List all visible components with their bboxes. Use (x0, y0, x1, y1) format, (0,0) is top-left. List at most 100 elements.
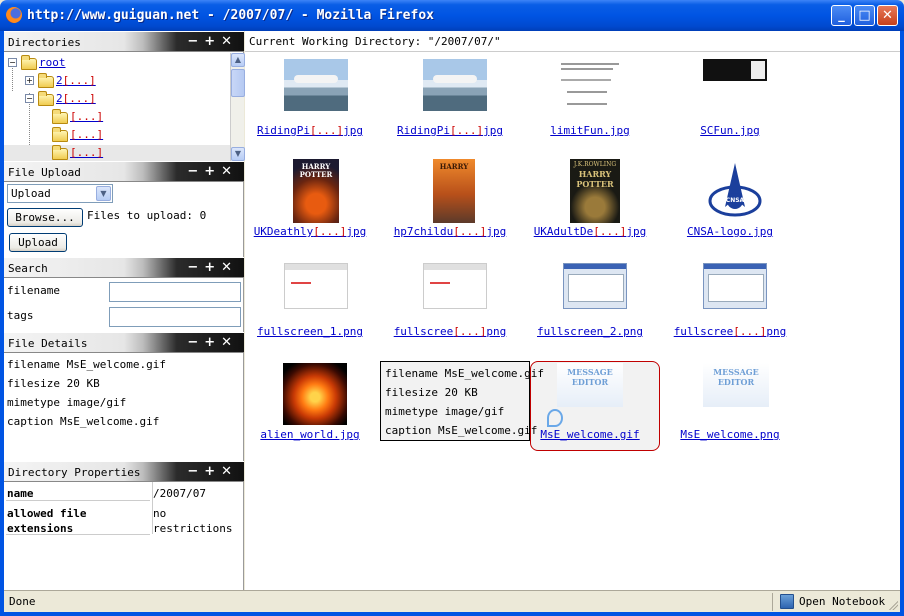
file-name-link[interactable]: RidingPi[...]jpg (245, 124, 375, 137)
file-name-link[interactable]: MsE_welcome.gif (525, 428, 655, 441)
file-name-link[interactable]: SCFun.jpg (665, 124, 795, 137)
props-panel-controls[interactable]: −+✕ (187, 464, 238, 479)
file-name-link[interactable]: limitFun.jpg (525, 124, 655, 137)
file-tile[interactable]: HARRY hp7childu[...]jpg (385, 157, 515, 249)
thumbnail-image[interactable] (283, 363, 347, 425)
file-tile[interactable]: fullscreen_1.png (245, 259, 375, 351)
file-tile-selected[interactable]: MESSAGE EDITOR MsE_welcome.gif (525, 361, 655, 453)
search-panel-header: Search −+✕ (4, 257, 244, 278)
file-name-link[interactable]: UKAdultDe[...]jpg (525, 225, 655, 238)
filename-search-input[interactable] (109, 282, 241, 302)
file-name-link[interactable]: alien_world.jpg (245, 428, 375, 441)
prop-extensions-value-line2: restrictions (153, 522, 233, 535)
file-name-link[interactable]: fullscreen_2.png (525, 325, 655, 338)
upload-button[interactable]: Upload (9, 233, 67, 252)
tree-scrollbar[interactable]: ▲ ▼ (230, 53, 245, 161)
thumbnail-image[interactable] (557, 59, 623, 109)
search-panel-controls[interactable]: −+✕ (187, 260, 238, 275)
tree-node-label[interactable]: root (39, 56, 66, 69)
open-notebook-link[interactable]: Open Notebook (799, 595, 885, 608)
tree-node[interactable]: [...] (4, 127, 224, 143)
collapse-icon[interactable]: − (25, 94, 34, 103)
thumbnail-image[interactable] (563, 263, 627, 309)
tree-node[interactable]: + 2[...] (4, 73, 224, 89)
tags-search-input[interactable] (109, 307, 241, 327)
file-tile[interactable]: fullscree[...]png (665, 259, 795, 351)
file-name-link[interactable]: CNSA-logo.jpg (665, 225, 795, 238)
file-info-tooltip: filename MsE_welcome.gif filesize 20 KB … (380, 361, 544, 441)
file-name-link[interactable]: fullscreen_1.png (245, 325, 375, 338)
file-tile[interactable]: RidingPi[...]jpg (385, 55, 515, 147)
file-tile[interactable]: fullscree[...]png (385, 259, 515, 351)
thumbnail-image[interactable] (423, 263, 487, 309)
files-to-upload-count: Files to upload: 0 (87, 209, 207, 222)
thumbnail-image[interactable]: CNSA (707, 161, 763, 221)
scroll-down-icon[interactable]: ▼ (231, 147, 245, 161)
folder-icon (52, 145, 68, 160)
collapse-icon[interactable]: − (8, 58, 17, 67)
details-panel-controls[interactable]: −+✕ (187, 335, 238, 350)
file-name-link[interactable]: RidingPi[...]jpg (385, 124, 515, 137)
tree-node-root[interactable]: − root (4, 55, 224, 71)
upload-panel-header: File Upload −+✕ (4, 161, 244, 182)
file-name-link[interactable]: MsE_welcome.png (665, 428, 795, 441)
tree-node[interactable]: − 2[...] (4, 91, 224, 107)
props-panel-header: Directory Properties −+✕ (4, 461, 244, 482)
thumbnail-image[interactable]: MESSAGE EDITOR (557, 363, 623, 407)
minimize-button[interactable]: _ (831, 5, 852, 26)
prop-extensions-label-line2: extensions (7, 522, 74, 535)
directories-panel-controls[interactable]: −+✕ (187, 34, 238, 49)
file-name-link[interactable]: fullscree[...]png (665, 325, 795, 338)
tooltip-filesize: filesize 20 KB (385, 386, 478, 399)
detail-caption: caption MsE_welcome.gif (7, 415, 160, 428)
tooltip-mimetype: mimetype image/gif (385, 405, 505, 418)
file-tile[interactable]: fullscreen_2.png (525, 259, 655, 351)
tree-node-label[interactable]: [...] (70, 128, 103, 141)
file-tile[interactable]: CNSA CNSA-logo.jpg (665, 157, 795, 249)
thumbnail-image[interactable] (703, 59, 767, 81)
tree-node-label[interactable]: 2[...] (56, 74, 96, 87)
file-tile[interactable]: J.K.ROWLING HARRY POTTER UKAdultDe[...]j… (525, 157, 655, 249)
folder-icon (38, 73, 54, 88)
folder-icon (52, 127, 68, 142)
tree-node-label[interactable]: [...] (70, 110, 103, 123)
file-tile[interactable]: SCFun.jpg (665, 55, 795, 147)
browse-button[interactable]: Browse... (7, 208, 83, 227)
thumb-caption: POTTER (576, 179, 614, 189)
scroll-up-icon[interactable]: ▲ (231, 53, 245, 67)
expand-icon[interactable]: + (25, 76, 34, 85)
window-title: http://www.guiguan.net - /2007/07/ - Moz… (27, 8, 434, 23)
thumbnail-image[interactable]: MESSAGE EDITOR (703, 363, 769, 407)
file-tile[interactable]: limitFun.jpg (525, 55, 655, 147)
thumb-caption: MESSAGE (567, 367, 613, 377)
file-name-link[interactable]: fullscree[...]png (385, 325, 515, 338)
upload-panel-title: File Upload (8, 166, 81, 179)
thumbnail-image[interactable] (284, 263, 348, 309)
maximize-button[interactable]: □ (854, 5, 875, 26)
file-tile[interactable]: RidingPi[...]jpg (245, 55, 375, 147)
file-tile[interactable]: MESSAGE EDITOR MsE_welcome.png (665, 361, 795, 453)
file-tile[interactable]: alien_world.jpg (245, 361, 375, 453)
thumb-caption: HARRY (578, 169, 612, 179)
thumbnail-image[interactable]: HARRY POTTER (293, 159, 339, 223)
thumbnail-image[interactable]: HARRY (433, 159, 475, 223)
tree-node-label[interactable]: [...] (70, 146, 103, 159)
upload-panel-controls[interactable]: −+✕ (187, 164, 238, 179)
thumbnail-image[interactable]: J.K.ROWLING HARRY POTTER (570, 159, 620, 223)
file-name-link[interactable]: UKDeathly[...]jpg (245, 225, 375, 238)
tree-node-label[interactable]: 2[...] (56, 92, 96, 105)
upload-mode-select[interactable]: Upload ▼ (7, 184, 113, 203)
file-tile[interactable]: HARRY POTTER UKDeathly[...]jpg (245, 157, 375, 249)
folder-icon (21, 55, 37, 70)
file-name-link[interactable]: hp7childu[...]jpg (385, 225, 515, 238)
close-window-button[interactable]: ✕ (877, 5, 898, 26)
notebook-icon[interactable] (780, 594, 794, 609)
tree-node[interactable]: [...] (4, 109, 224, 125)
resize-grip-icon[interactable] (888, 600, 898, 610)
tree-node-highlighted[interactable]: [...] (4, 145, 230, 161)
chevron-down-icon[interactable]: ▼ (96, 186, 111, 201)
thumbnail-image[interactable] (284, 59, 348, 111)
thumbnail-image[interactable] (423, 59, 487, 111)
scroll-thumb[interactable] (231, 69, 245, 97)
thumbnail-image[interactable] (703, 263, 767, 309)
